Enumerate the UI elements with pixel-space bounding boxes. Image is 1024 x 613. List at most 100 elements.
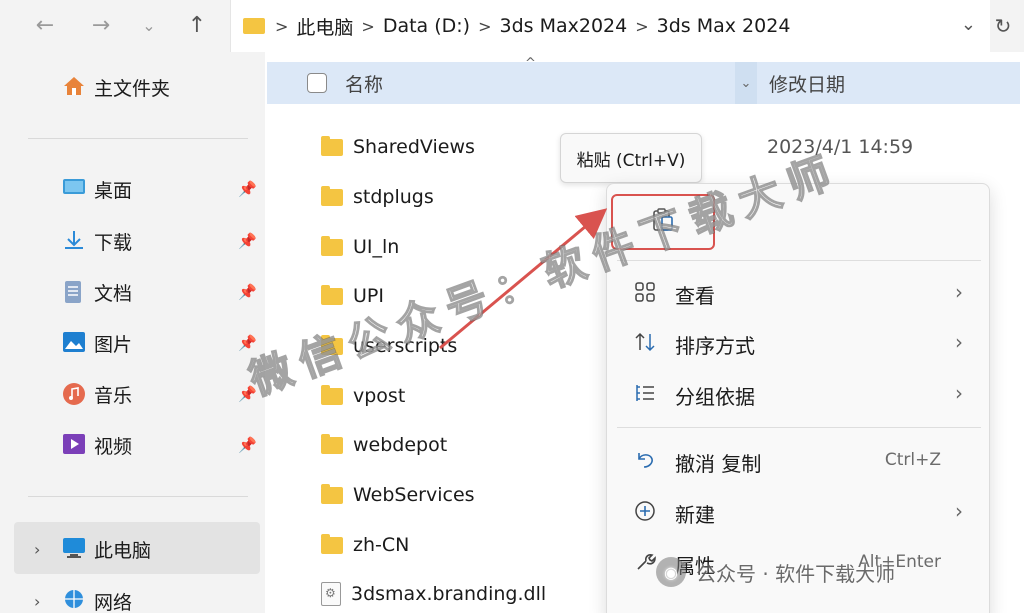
- folder-icon: [321, 235, 343, 256]
- sidebar-divider: [28, 138, 248, 139]
- folder-icon: [321, 185, 343, 206]
- arrow-left-icon: ←: [35, 12, 55, 38]
- folder-icon: [321, 533, 343, 554]
- pin-icon[interactable]: 📌: [238, 283, 257, 301]
- desktop-icon: [62, 177, 88, 201]
- breadcrumb-folder[interactable]: 3ds Max2024: [500, 15, 628, 37]
- pictures-icon: [62, 331, 88, 355]
- column-header: 名称 ^ ⌄ 修改日期: [267, 56, 1020, 104]
- recent-locations-button[interactable]: ⌄: [134, 10, 164, 40]
- menu-item-new[interactable]: 新建 ›: [607, 487, 991, 535]
- file-name: zh-CN: [353, 534, 410, 556]
- pin-icon[interactable]: 📌: [238, 436, 257, 454]
- list-item[interactable]: UI_ln: [321, 232, 399, 262]
- list-item[interactable]: zh-CN: [321, 530, 409, 560]
- refresh-button[interactable]: ↻: [988, 11, 1018, 41]
- menu-item-label: 新建: [675, 503, 715, 527]
- forward-button[interactable]: →: [86, 10, 116, 40]
- menu-item-label: 分组依据: [675, 385, 755, 409]
- undo-icon: [633, 448, 657, 472]
- menu-item-view[interactable]: 查看 ›: [607, 268, 991, 316]
- title-bar: ← → ⌄ ↑ > 此电脑 > Data (D:) > 3ds Max2024 …: [0, 0, 1024, 52]
- breadcrumb-separator: >: [275, 16, 289, 36]
- sidebar-item-videos[interactable]: 视频: [62, 428, 132, 462]
- list-item[interactable]: SharedViews: [321, 132, 475, 162]
- menu-item-sort[interactable]: 排序方式 ›: [607, 318, 991, 366]
- file-name: UI_ln: [353, 236, 400, 258]
- column-name-header[interactable]: 名称: [345, 70, 383, 97]
- sidebar-item-home[interactable]: 主文件夹: [62, 70, 170, 104]
- list-item[interactable]: stdplugs: [321, 182, 434, 212]
- download-icon: [62, 229, 88, 253]
- sidebar-item-music[interactable]: 音乐: [62, 377, 132, 411]
- breadcrumb-this-pc[interactable]: 此电脑: [296, 13, 353, 40]
- list-item[interactable]: 3dsmax.branding.dll: [321, 579, 546, 609]
- folder-icon: [243, 18, 265, 34]
- breadcrumb-current[interactable]: 3ds Max 2024: [657, 15, 791, 37]
- column-modified-header[interactable]: 修改日期: [769, 70, 845, 97]
- pin-icon[interactable]: 📌: [238, 232, 257, 250]
- document-icon: [62, 280, 88, 304]
- home-icon: [62, 75, 88, 99]
- menu-item-label: 撤消 复制: [675, 452, 762, 476]
- breadcrumb-separator: >: [361, 16, 375, 36]
- address-bar[interactable]: > 此电脑 > Data (D:) > 3ds Max2024 > 3ds Ma…: [230, 0, 990, 52]
- menu-item-label: 查看: [675, 284, 715, 308]
- chevron-down-icon: ⌄: [142, 15, 156, 35]
- sidebar-item-label: 桌面: [94, 179, 133, 202]
- sidebar-item-label: 文档: [94, 282, 133, 305]
- menu-item-label: 排序方式: [675, 334, 755, 358]
- arrow-right-icon: →: [91, 12, 111, 38]
- sidebar-item-label: 下载: [94, 231, 133, 254]
- sidebar-item-documents[interactable]: 文档: [62, 275, 132, 309]
- sidebar-divider: [28, 496, 248, 497]
- sidebar-item-network[interactable]: 网络: [62, 584, 132, 613]
- chevron-right-icon: ›: [955, 499, 963, 523]
- breadcrumb-drive[interactable]: Data (D:): [383, 15, 470, 37]
- navigation-pane: 主文件夹 桌面 📌 下载 📌 文档 📌 图片 📌 音乐 📌 视频 📌 › 此电脑…: [0, 52, 265, 613]
- sidebar-item-pictures[interactable]: 图片: [62, 326, 132, 360]
- list-item[interactable]: webdepot: [321, 430, 447, 460]
- select-all-checkbox[interactable]: [307, 73, 327, 93]
- sidebar-item-label: 视频: [94, 435, 133, 458]
- sidebar-item-desktop[interactable]: 桌面: [62, 172, 132, 206]
- video-icon: [62, 433, 88, 457]
- sidebar-item-downloads[interactable]: 下载: [62, 224, 132, 258]
- breadcrumb-separator: >: [478, 16, 492, 36]
- sort-ascending-icon: ^: [525, 56, 536, 71]
- pin-icon[interactable]: 📌: [238, 180, 257, 198]
- menu-divider: [617, 260, 981, 261]
- dll-file-icon: [321, 582, 341, 606]
- file-name: 3dsmax.branding.dll: [351, 583, 547, 605]
- sidebar-item-label: 网络: [94, 591, 133, 613]
- wrench-icon: [633, 550, 657, 574]
- music-icon: [62, 382, 88, 406]
- menu-item-shortcut: Ctrl+Z: [884, 450, 941, 470]
- chevron-right-icon: ›: [955, 330, 963, 354]
- arrow-up-icon: ↑: [187, 12, 207, 38]
- breadcrumb-separator: >: [635, 16, 649, 36]
- chevron-right-icon[interactable]: ›: [34, 592, 40, 611]
- file-name: webdepot: [353, 434, 448, 456]
- sidebar-item-this-pc[interactable]: 此电脑: [62, 532, 151, 566]
- address-dropdown-icon[interactable]: ⌄: [961, 14, 976, 35]
- folder-icon: [321, 483, 343, 504]
- menu-divider: [617, 427, 981, 428]
- folder-icon: [321, 384, 343, 405]
- column-dropdown-icon[interactable]: ⌄: [735, 62, 757, 104]
- menu-item-group-by[interactable]: 分组依据 ›: [607, 369, 991, 417]
- up-button[interactable]: ↑: [182, 10, 212, 40]
- file-name: vpost: [353, 385, 406, 407]
- folder-icon: [321, 433, 343, 454]
- file-name: WebServices: [353, 484, 475, 506]
- back-button[interactable]: ←: [30, 10, 60, 40]
- chevron-right-icon: ›: [955, 381, 963, 405]
- chevron-right-icon[interactable]: ›: [34, 540, 40, 559]
- group-list-icon: [633, 381, 657, 405]
- list-item[interactable]: vpost: [321, 381, 405, 411]
- menu-item-undo-copy[interactable]: 撤消 复制 Ctrl+Z: [607, 436, 991, 484]
- list-item[interactable]: WebServices: [321, 480, 475, 510]
- sidebar-item-label: 音乐: [94, 384, 133, 407]
- computer-icon: [62, 537, 88, 561]
- wechat-logo-icon: ◉: [656, 557, 686, 587]
